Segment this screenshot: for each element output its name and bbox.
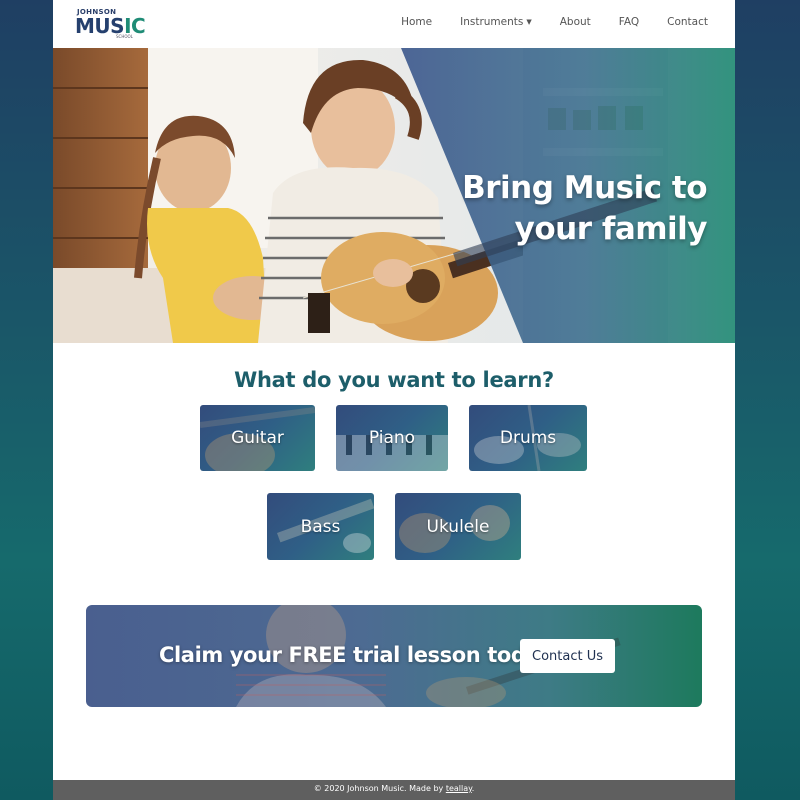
instrument-card-drums[interactable]: Drums bbox=[469, 405, 587, 471]
instrument-card-ukulele[interactable]: Ukulele bbox=[395, 493, 521, 560]
caret-down-icon: ▼ bbox=[526, 18, 532, 26]
nav-contact[interactable]: Contact bbox=[667, 16, 708, 28]
logo-sub-text: SCHOOL bbox=[116, 34, 133, 39]
instrument-card-piano[interactable]: Piano bbox=[336, 405, 448, 471]
logo[interactable]: JOHNSON MUSIC SCHOOL bbox=[75, 6, 146, 42]
cta-banner: Claim your FREE trial lesson today! Cont… bbox=[86, 605, 702, 707]
footer-suffix: . bbox=[471, 784, 475, 793]
navbar: JOHNSON MUSIC SCHOOL Home Instruments ▼ A… bbox=[53, 0, 735, 48]
footer-text: © 2020 Johnson Music. Made by bbox=[313, 784, 446, 793]
instrument-card-bass[interactable]: Bass bbox=[267, 493, 374, 560]
instrument-card-guitar[interactable]: Guitar bbox=[200, 405, 315, 471]
nav-about[interactable]: About bbox=[560, 16, 591, 28]
logo-main-text: MUSIC bbox=[75, 14, 146, 38]
nav-instruments[interactable]: Instruments ▼ bbox=[460, 16, 532, 28]
hero-title: Bring Music to your family bbox=[407, 168, 707, 250]
learn-heading: What do you want to learn? bbox=[234, 368, 554, 392]
instrument-label: Bass bbox=[300, 516, 341, 537]
contact-us-button[interactable]: Contact Us bbox=[520, 639, 615, 673]
instrument-label: Drums bbox=[499, 428, 557, 448]
nav-links: Home Instruments ▼ About FAQ Contact bbox=[373, 16, 708, 28]
cta-text: Claim your FREE trial lesson today! bbox=[159, 643, 562, 667]
page: JOHNSON MUSIC SCHOOL Home Instruments ▼ A… bbox=[53, 0, 735, 800]
instrument-label: Ukulele bbox=[426, 516, 490, 537]
nav-faq[interactable]: FAQ bbox=[619, 16, 639, 28]
nav-instruments-label: Instruments bbox=[460, 16, 524, 28]
footer: © 2020 Johnson Music. Made by teallay. bbox=[53, 780, 735, 800]
instrument-label: Piano bbox=[368, 428, 416, 448]
nav-home[interactable]: Home bbox=[401, 16, 432, 28]
hero-title-line2: your family bbox=[514, 211, 708, 247]
hero-banner: Bring Music to your family bbox=[53, 48, 735, 343]
footer-author-link[interactable]: teallay bbox=[446, 784, 472, 793]
hero-title-line1: Bring Music to bbox=[462, 170, 707, 206]
instrument-label: Guitar bbox=[231, 428, 284, 448]
